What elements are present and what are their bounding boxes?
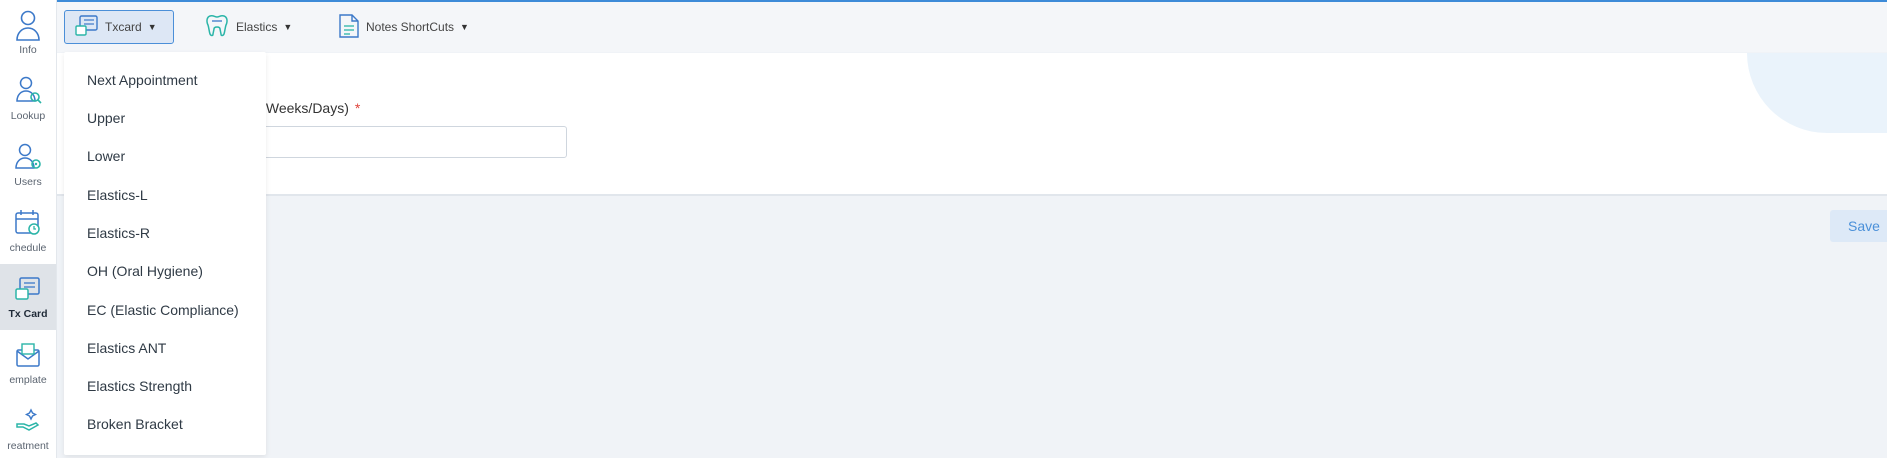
top-toolbar: Txcard ▼ Elastics ▼ Notes ShortCuts ▼: [57, 2, 1887, 52]
menu-item-elastics-r[interactable]: Elastics-R: [64, 214, 266, 252]
menu-item-elastic-compliance[interactable]: EC (Elastic Compliance): [64, 291, 266, 329]
sidebar-item-label: emplate: [9, 374, 47, 386]
sidebar-item-treatment[interactable]: reatment: [0, 396, 56, 458]
txcard-dropdown-menu: Next Appointment Upper Lower Elastics-L …: [64, 52, 266, 455]
required-mark: *: [354, 100, 361, 116]
menu-item-next-appointment[interactable]: Next Appointment: [64, 61, 266, 99]
sidebar-item-schedule[interactable]: chedule: [0, 198, 56, 264]
hand-sparkle-icon: [13, 404, 43, 438]
menu-item-elastics-l[interactable]: Elastics-L: [64, 176, 266, 214]
caret-down-icon: ▼: [283, 22, 293, 32]
notes-shortcuts-label: Notes ShortCuts: [366, 20, 455, 34]
sidebar-item-info[interactable]: Info: [0, 0, 56, 66]
sidebar-item-label: Tx Card: [8, 308, 48, 320]
user-gear-icon: [13, 140, 43, 174]
envelope-icon: [13, 338, 43, 372]
elastics-menu-button[interactable]: Elastics ▼: [194, 10, 302, 44]
sidebar-item-lookup[interactable]: Lookup: [0, 66, 56, 132]
sidebar-item-template[interactable]: emplate: [0, 330, 56, 396]
sidebar-item-label: reatment: [7, 440, 49, 452]
sidebar-item-label: Users: [14, 176, 42, 188]
field-label: /Weeks/Days) *: [262, 100, 360, 116]
sidebar-item-tx-card[interactable]: Tx Card: [0, 264, 56, 330]
menu-item-oral-hygiene[interactable]: OH (Oral Hygiene): [64, 252, 266, 290]
duration-input[interactable]: [247, 126, 567, 158]
menu-item-upper[interactable]: Upper: [64, 99, 266, 137]
sidebar-item-label: chedule: [9, 242, 47, 254]
tx-card-icon: [13, 272, 43, 306]
decorative-shape: [1747, 53, 1887, 133]
txcard-menu-button[interactable]: Txcard ▼: [64, 10, 174, 44]
tooth-icon: [204, 13, 230, 42]
txcard-label: Txcard: [105, 20, 142, 34]
sidebar-item-label: Info: [19, 44, 37, 56]
calendar-icon: [13, 206, 43, 240]
elastics-label: Elastics: [236, 20, 278, 34]
notes-icon: [338, 13, 360, 42]
form-card: /Weeks/Days) *: [57, 53, 1887, 196]
menu-item-broken-bracket[interactable]: Broken Bracket: [64, 405, 266, 443]
menu-item-elastics-strength[interactable]: Elastics Strength: [64, 367, 266, 405]
sidebar: Info Lookup Users chedule Tx Card emplat…: [0, 0, 57, 458]
tx-card-icon: [75, 14, 99, 40]
save-button[interactable]: Save: [1830, 210, 1887, 242]
field-label-text: /Weeks/Days): [262, 100, 349, 116]
caret-down-icon: ▼: [147, 22, 157, 32]
sidebar-item-users[interactable]: Users: [0, 132, 56, 198]
menu-item-elastics-ant[interactable]: Elastics ANT: [64, 329, 266, 367]
menu-item-lower[interactable]: Lower: [64, 137, 266, 175]
notes-shortcuts-menu-button[interactable]: Notes ShortCuts ▼: [328, 10, 479, 44]
user-search-icon: [13, 74, 43, 108]
caret-down-icon: ▼: [460, 22, 469, 32]
person-icon: [13, 8, 43, 42]
sidebar-item-label: Lookup: [10, 110, 46, 122]
